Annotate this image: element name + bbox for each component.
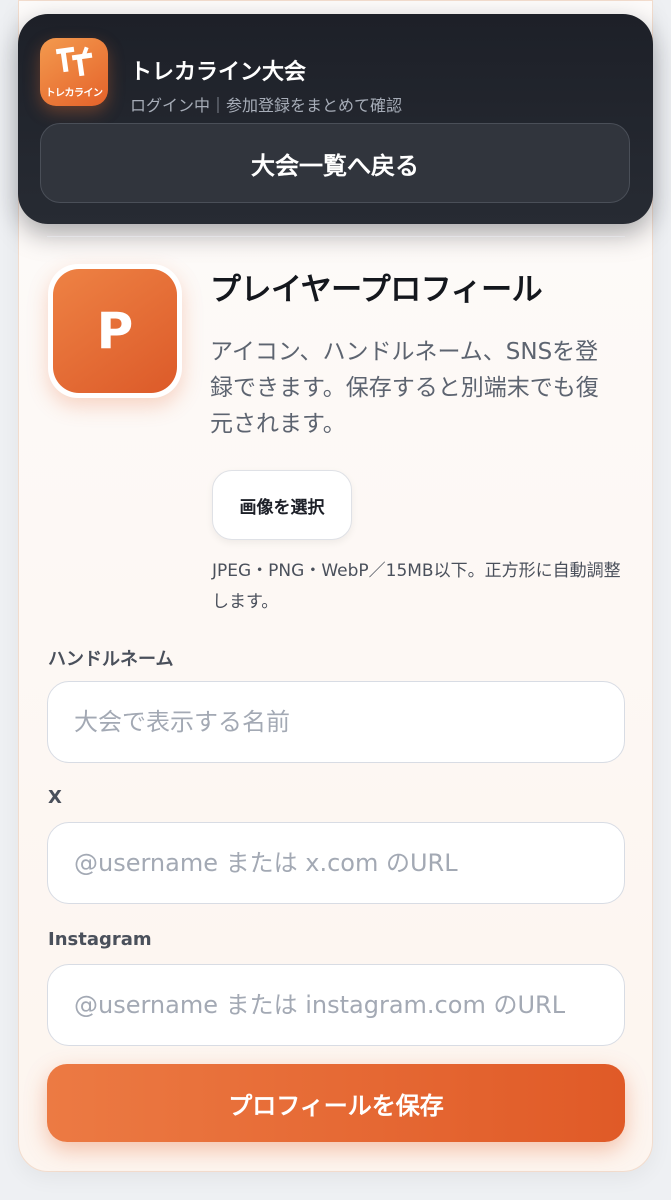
image-hint: JPEG・PNG・WebP／15MB以下。正方形に自動調整します。 — [212, 561, 621, 612]
divider — [47, 236, 625, 237]
x-account-input[interactable] — [47, 822, 625, 904]
logo-text: トレカライン — [45, 88, 104, 99]
login-status: ログイン中｜参加登録をまとめて確認 — [130, 96, 403, 115]
app-header: トレカライン トレカライン大会 ログイン中｜参加登録をまとめて確認 大会一覧へ戻… — [18, 14, 653, 224]
instagram-account-input[interactable] — [47, 964, 625, 1046]
back-to-tournament-list-button[interactable]: 大会一覧へ戻る — [40, 123, 630, 203]
handle-label: ハンドルネーム — [48, 649, 174, 670]
section-description: アイコン、ハンドルネーム、SNSを登録できます。保存すると別端末でも復元されます… — [210, 339, 599, 437]
avatar-placeholder: P — [53, 269, 177, 393]
instagram-label: Instagram — [48, 929, 152, 950]
save-profile-button[interactable]: プロフィールを保存 — [47, 1064, 625, 1142]
page: トレカライン トレカライン大会 ログイン中｜参加登録をまとめて確認 大会一覧へ戻… — [0, 0, 671, 1200]
avatar[interactable]: P — [48, 264, 182, 398]
app-logo-icon: トレカライン — [40, 38, 108, 106]
x-label: X — [48, 787, 62, 808]
section-title: プレイヤープロフィール — [210, 272, 543, 308]
choose-image-button[interactable]: 画像を選択 — [212, 470, 352, 540]
handle-name-input[interactable] — [47, 681, 625, 763]
app-title: トレカライン大会 — [130, 60, 307, 85]
